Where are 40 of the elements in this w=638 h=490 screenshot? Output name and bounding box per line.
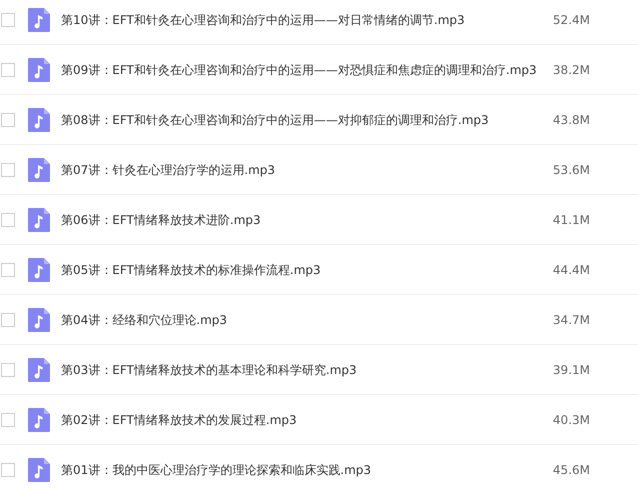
checkbox[interactable] (1, 412, 15, 426)
music-file-icon (28, 58, 50, 82)
file-name[interactable]: 第08讲：EFT和针灸在心理咨询和治疗中的运用——对抑郁症的调理和治疗.mp3 (61, 110, 539, 128)
file-name[interactable]: 第06讲：EFT情绪释放技术进阶.mp3 (61, 210, 539, 228)
file-name[interactable]: 第04讲：经络和穴位理论.mp3 (61, 310, 539, 328)
checkbox[interactable] (1, 362, 15, 376)
music-file-icon (28, 458, 50, 482)
checkbox[interactable] (1, 262, 15, 276)
music-file-icon (28, 8, 50, 32)
file-name[interactable]: 第02讲：EFT情绪释放技术的发展过程.mp3 (61, 410, 539, 428)
checkbox[interactable] (1, 212, 15, 226)
file-name[interactable]: 第10讲：EFT和针灸在心理咨询和治疗中的运用——对日常情绪的调节.mp3 (61, 10, 539, 28)
music-file-icon (28, 158, 50, 182)
file-size: 40.3M (552, 412, 590, 428)
music-file-icon (28, 408, 50, 432)
file-size: 52.4M (552, 12, 590, 28)
file-name[interactable]: 第01讲：我的中医心理治疗学的理论探索和临床实践.mp3 (61, 460, 539, 478)
music-file-icon (28, 208, 50, 232)
file-name[interactable]: 第03讲：EFT情绪释放技术的基本理论和科学研究.mp3 (61, 360, 539, 378)
file-name[interactable]: 第09讲：EFT和针灸在心理咨询和治疗中的运用——对恐惧症和焦虑症的调理和治疗.mp3 (61, 60, 539, 78)
file-size: 34.7M (552, 312, 590, 328)
checkbox[interactable] (1, 162, 15, 176)
file-size: 44.4M (552, 262, 590, 278)
file-size: 41.1M (552, 212, 590, 228)
checkbox[interactable] (1, 312, 15, 326)
checkbox[interactable] (1, 112, 15, 126)
file-size: 39.1M (552, 362, 590, 378)
file-size: 53.6M (552, 162, 590, 178)
file-name[interactable]: 第07讲：针灸在心理治疗学的运用.mp3 (61, 160, 539, 178)
file-size: 45.6M (552, 462, 590, 478)
checkbox[interactable] (1, 12, 15, 26)
music-file-icon (28, 258, 50, 282)
file-name[interactable]: 第05讲：EFT情绪释放技术的标准操作流程.mp3 (61, 260, 539, 278)
file-size: 43.8M (552, 112, 590, 128)
music-file-icon (28, 108, 50, 132)
checkbox[interactable] (1, 62, 15, 76)
music-file-icon (28, 308, 50, 332)
music-file-icon (28, 358, 50, 382)
file-size: 38.2M (552, 62, 590, 78)
checkbox[interactable] (1, 462, 15, 476)
